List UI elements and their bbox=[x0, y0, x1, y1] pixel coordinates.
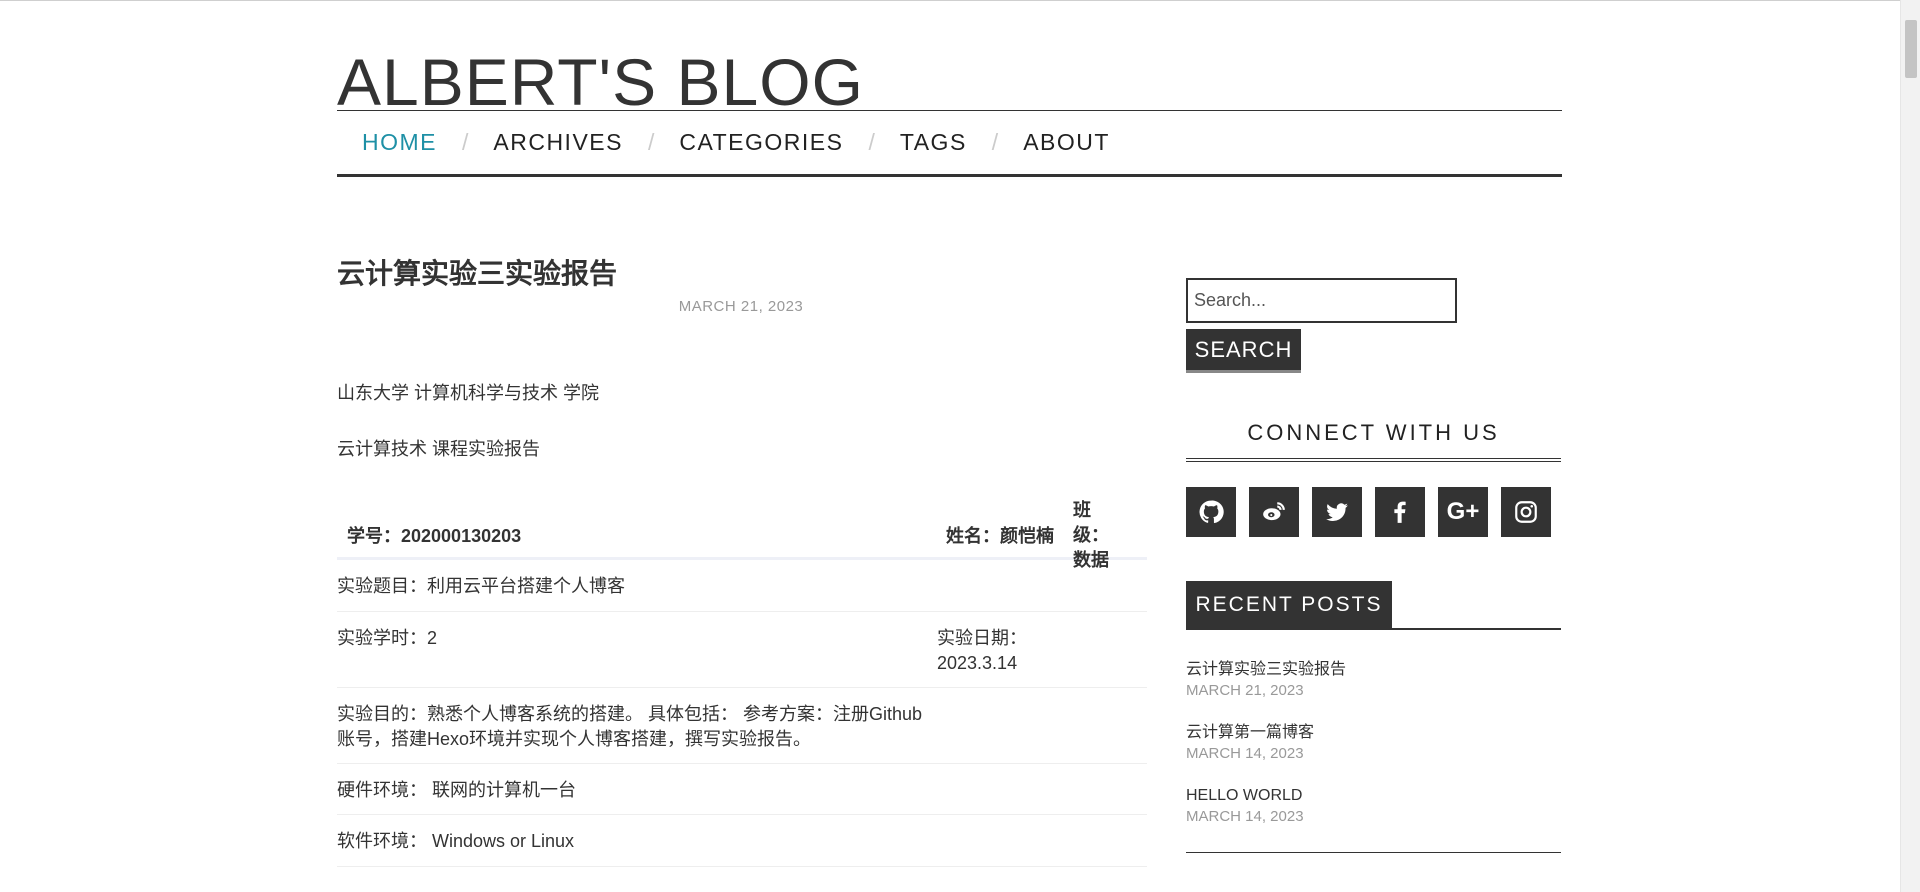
nav-categories[interactable]: CATEGORIES bbox=[654, 129, 868, 156]
recent-post-link[interactable]: HELLO WORLD bbox=[1186, 785, 1561, 807]
table-row: 实验目的：熟悉个人博客系统的搭建。 具体包括： 参考方案：注册Github账号，… bbox=[337, 688, 1147, 764]
search-input[interactable] bbox=[1186, 278, 1457, 323]
post-date: MARCH 21, 2023 bbox=[678, 298, 804, 315]
table-row: 软件环境： Windows or Linux bbox=[337, 815, 1147, 867]
nav-archives[interactable]: ARCHIVES bbox=[468, 129, 648, 156]
site-title[interactable]: ALBERT'S BLOG bbox=[337, 38, 864, 126]
title-divider bbox=[337, 110, 1562, 111]
connect-divider bbox=[1186, 458, 1561, 462]
header-student-id: 学号：202000130203 bbox=[347, 526, 522, 546]
recent-post-date: MARCH 21, 2023 bbox=[1186, 682, 1304, 699]
recent-divider bbox=[1186, 628, 1561, 630]
vertical-scrollbar[interactable] bbox=[1900, 0, 1920, 892]
recent-post-date: MARCH 14, 2023 bbox=[1186, 745, 1304, 762]
instagram-icon[interactable] bbox=[1501, 487, 1551, 537]
table-cell: 硬件环境： 联网的计算机一台 bbox=[337, 780, 576, 800]
nav-about[interactable]: ABOUT bbox=[998, 129, 1135, 156]
table-cell: 实验学时：2 bbox=[337, 628, 438, 648]
recent-posts-list: 云计算实验三实验报告 MARCH 21, 2023 云计算第一篇博客 MARCH… bbox=[1186, 659, 1561, 848]
table-cell: 实验日期：2023.3.14 bbox=[937, 628, 1027, 673]
connect-title: CONNECT WITH US bbox=[1247, 420, 1500, 445]
recent-post-link[interactable]: 云计算第一篇博客 bbox=[1186, 722, 1561, 744]
list-item: 云计算实验三实验报告 MARCH 21, 2023 bbox=[1186, 659, 1561, 722]
google-plus-icon[interactable]: G+ bbox=[1438, 487, 1488, 537]
nav-tags[interactable]: TAGS bbox=[875, 129, 992, 156]
scrollbar-thumb[interactable] bbox=[1905, 20, 1917, 78]
twitter-icon[interactable] bbox=[1312, 487, 1362, 537]
nav-home[interactable]: HOME bbox=[337, 129, 462, 156]
facebook-icon[interactable] bbox=[1375, 487, 1425, 537]
search-button[interactable]: SEARCH bbox=[1186, 329, 1301, 373]
table-cell: 实验题目：利用云平台搭建个人博客 bbox=[337, 576, 625, 596]
weibo-icon[interactable] bbox=[1249, 487, 1299, 537]
post-paragraph: 云计算技术 课程实验报告 bbox=[337, 439, 540, 459]
recent-end-divider bbox=[1186, 852, 1561, 853]
table-row: 实验学时：2 实验日期：2023.3.14 bbox=[337, 612, 1147, 688]
nav-divider bbox=[337, 174, 1562, 177]
post-paragraph: 山东大学 计算机科学与技术 学院 bbox=[337, 383, 600, 403]
github-icon[interactable] bbox=[1186, 487, 1236, 537]
table-cell: 软件环境： Windows or Linux bbox=[337, 831, 575, 851]
table-header: 学号：202000130203 姓名：颜恺楠 班级：数据 bbox=[337, 496, 1147, 570]
recent-post-link[interactable]: 云计算实验三实验报告 bbox=[1186, 659, 1561, 681]
list-item: 云计算第一篇博客 MARCH 14, 2023 bbox=[1186, 722, 1561, 785]
main-nav: HOME / ARCHIVES / CATEGORIES / TAGS / AB… bbox=[337, 126, 1135, 158]
table-row: 实验题目：利用云平台搭建个人博客 bbox=[337, 560, 1147, 612]
list-item: HELLO WORLD MARCH 14, 2023 bbox=[1186, 785, 1561, 848]
post-title[interactable]: 云计算实验三实验报告 bbox=[337, 252, 617, 292]
table-row: 硬件环境： 联网的计算机一台 bbox=[337, 764, 1147, 815]
window-top-border bbox=[0, 0, 1900, 1]
recent-post-date: MARCH 14, 2023 bbox=[1186, 808, 1304, 825]
recent-posts-title: RECENT POSTS bbox=[1186, 581, 1392, 629]
report-table: 学号：202000130203 姓名：颜恺楠 班级：数据 实验题目：利用云平台搭… bbox=[337, 496, 1147, 867]
social-links: G+ bbox=[1186, 487, 1551, 537]
table-cell: 实验目的：熟悉个人博客系统的搭建。 具体包括： 参考方案：注册Github账号，… bbox=[337, 704, 923, 749]
header-name: 姓名：颜恺楠 bbox=[946, 526, 1054, 546]
